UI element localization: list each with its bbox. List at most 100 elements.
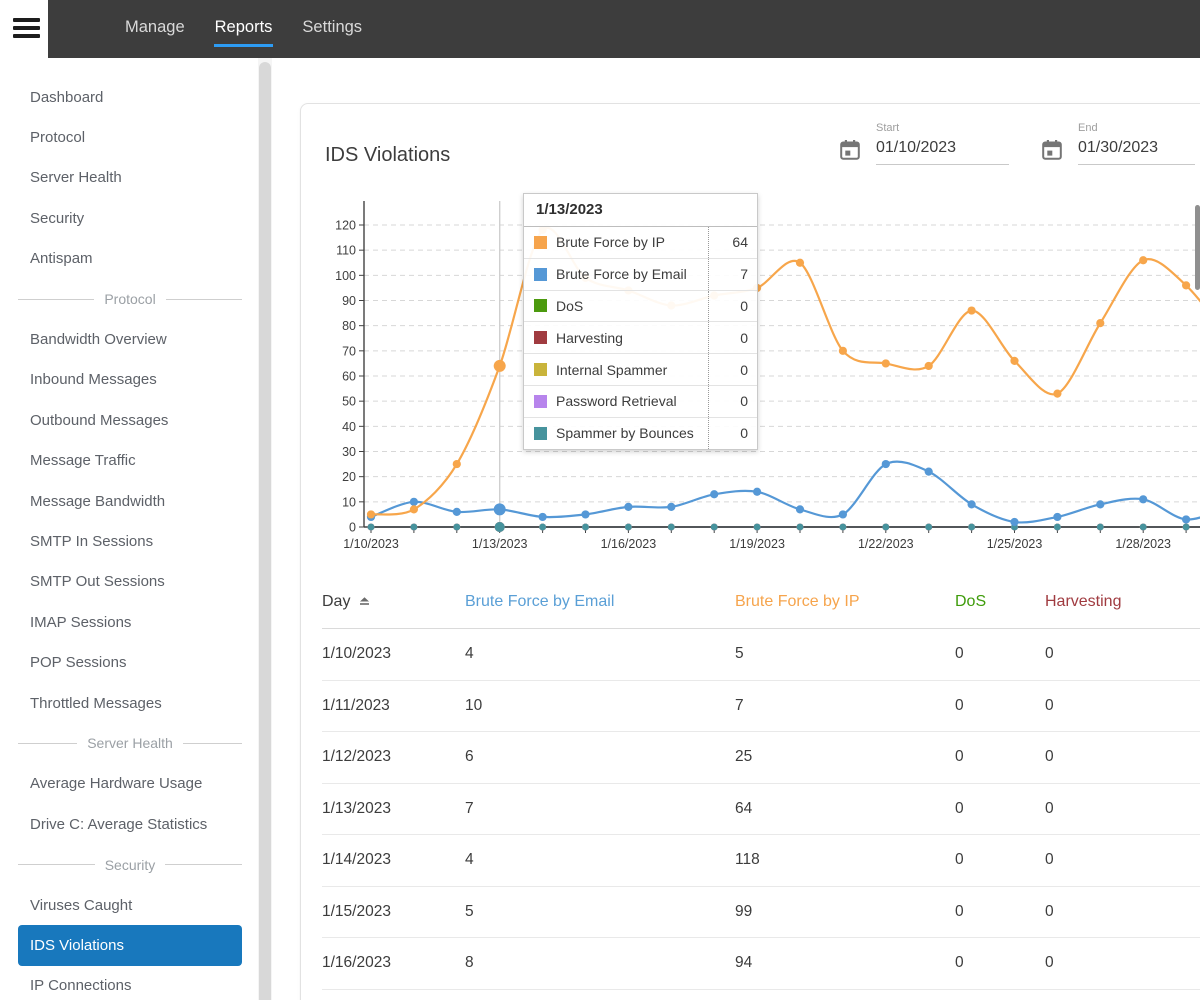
calendar-icon[interactable] <box>1040 138 1064 162</box>
table-cell: 0 <box>955 748 964 766</box>
sidebar-item-pop-sessions[interactable]: POP Sessions <box>18 642 242 682</box>
table-cell: 1/14/2023 <box>322 851 391 869</box>
table-cell: 0 <box>955 902 964 920</box>
sidebar-item-outbound-messages[interactable]: Outbound Messages <box>18 400 242 440</box>
table-cell: 0 <box>955 851 964 869</box>
sidebar-item-smtp-out-sessions[interactable]: SMTP Out Sessions <box>18 562 242 602</box>
sidebar-item-server-health[interactable]: Server Health <box>18 158 242 198</box>
tooltip-series-label: Brute Force by Email <box>556 266 687 283</box>
column-header-brute-force-by-email[interactable]: Brute Force by Email <box>465 593 735 611</box>
series-color-swatch <box>534 267 547 281</box>
svg-text:40: 40 <box>342 420 356 434</box>
tooltip-row: Brute Force by IP 64 <box>524 227 757 258</box>
table-header-row: Day Brute Force by Email Brute Force by IP… <box>322 575 1200 629</box>
table-cell: 1/15/2023 <box>322 902 391 920</box>
column-header-brute-force-by-ip[interactable]: Brute Force by IP <box>735 593 955 611</box>
sidebar-item-ip-connections[interactable]: IP Connections <box>18 966 242 1000</box>
sidebar-item-protocol[interactable]: Protocol <box>18 117 242 157</box>
table-row: 1/13/2023 7 64 0 0 <box>322 784 1200 835</box>
table-cell: 1/10/2023 <box>322 645 391 663</box>
tooltip-series-label: Spammer by Bounces <box>556 425 694 442</box>
sidebar-section-server-health: Server Health <box>18 723 242 763</box>
svg-text:100: 100 <box>335 269 356 283</box>
violations-table: Day Brute Force by Email Brute Force by IP… <box>322 575 1200 990</box>
topnav-item-reports[interactable]: Reports <box>213 11 274 47</box>
series-color-swatch <box>534 235 547 249</box>
table-cell: 0 <box>955 954 964 972</box>
sidebar-item-ids-violations[interactable]: IDS Violations <box>18 925 242 966</box>
tooltip-row: Internal Spammer 0 <box>524 353 757 385</box>
start-date-field[interactable]: Start 01/10/2023 <box>838 122 1009 165</box>
table-cell: 6 <box>465 748 474 766</box>
svg-text:30: 30 <box>342 445 356 459</box>
sidebar-scrollbar-thumb[interactable] <box>259 62 271 1000</box>
page-title: IDS Violations <box>325 144 451 166</box>
calendar-icon[interactable] <box>838 138 862 162</box>
table-cell: 1/13/2023 <box>322 799 391 817</box>
svg-text:1/19/2023: 1/19/2023 <box>729 537 785 551</box>
tooltip-series-value: 0 <box>708 417 757 449</box>
tooltip-row: Brute Force by Email 7 <box>524 257 757 290</box>
sidebar-item-smtp-in-sessions[interactable]: SMTP In Sessions <box>18 521 242 561</box>
topnav-item-settings[interactable]: Settings <box>301 11 363 47</box>
sidebar-item-dashboard[interactable]: Dashboard <box>18 77 242 117</box>
svg-text:1/25/2023: 1/25/2023 <box>987 537 1043 551</box>
sidebar-item-average-hardware-usage[interactable]: Average Hardware Usage <box>18 764 242 804</box>
end-date-field[interactable]: End 01/30/2023 <box>1040 122 1195 165</box>
sidebar-item-message-bandwidth[interactable]: Message Bandwidth <box>18 481 242 521</box>
svg-text:50: 50 <box>342 395 356 409</box>
column-header-dos[interactable]: DoS <box>955 593 1045 611</box>
table-cell: 10 <box>465 696 483 714</box>
report-card: IDS Violations Start 01/10/2023 End 01/3… <box>300 103 1200 1000</box>
window-scrollbar-thumb[interactable] <box>1195 205 1200 290</box>
end-date-input[interactable]: 01/30/2023 <box>1078 139 1195 165</box>
table-row: 1/12/2023 6 25 0 0 <box>322 732 1200 784</box>
tooltip-series-value: 0 <box>708 322 757 354</box>
tooltip-series-label: Internal Spammer <box>556 361 668 378</box>
table-cell: 0 <box>1045 799 1054 817</box>
svg-text:10: 10 <box>342 495 356 509</box>
sidebar-item-inbound-messages[interactable]: Inbound Messages <box>18 360 242 400</box>
svg-text:1/28/2023: 1/28/2023 <box>1115 537 1171 551</box>
table-row: 1/14/2023 4 118 0 0 <box>322 835 1200 887</box>
sidebar-item-bandwidth-overview[interactable]: Bandwidth Overview <box>18 319 242 359</box>
sidebar-item-message-traffic[interactable]: Message Traffic <box>18 441 242 481</box>
start-date-label: Start <box>876 122 900 134</box>
sidebar-item-viruses-caught[interactable]: Viruses Caught <box>18 885 242 925</box>
topnav-item-manage[interactable]: Manage <box>124 11 186 47</box>
sort-ascending-icon <box>360 597 370 605</box>
start-date-input[interactable]: 01/10/2023 <box>876 139 1009 165</box>
sidebar-item-throttled-messages[interactable]: Throttled Messages <box>18 683 242 723</box>
table-cell: 4 <box>465 645 474 663</box>
sidebar-item-drive-c-average-statistics[interactable]: Drive C: Average Statistics <box>18 804 242 844</box>
tooltip-series-value: 0 <box>708 290 757 322</box>
tooltip-series-label: DoS <box>556 297 584 314</box>
sidebar-item-imap-sessions[interactable]: IMAP Sessions <box>18 602 242 642</box>
table-cell: 0 <box>1045 902 1054 920</box>
svg-text:110: 110 <box>336 244 356 258</box>
column-header-day[interactable]: Day <box>322 593 465 611</box>
sidebar-scrollbar-track[interactable] <box>258 58 272 1000</box>
table-cell: 0 <box>955 645 964 663</box>
table-cell: 1/12/2023 <box>322 748 391 766</box>
table-row: 1/10/2023 4 5 0 0 <box>322 629 1200 681</box>
topbar-left <box>0 0 48 58</box>
tooltip-series-value: 0 <box>708 354 757 385</box>
table-cell: 0 <box>1045 645 1054 663</box>
table-cell: 0 <box>955 696 964 714</box>
table-cell: 5 <box>735 645 744 663</box>
tooltip-series-label: Harvesting <box>556 329 623 346</box>
table-cell: 4 <box>465 851 474 869</box>
svg-text:80: 80 <box>342 319 356 333</box>
hamburger-menu-icon[interactable] <box>13 18 40 40</box>
sidebar-item-security[interactable]: Security <box>18 198 242 238</box>
table-cell: 99 <box>735 902 753 920</box>
svg-text:1/22/2023: 1/22/2023 <box>858 537 914 551</box>
series-line-brute-force-by-ip <box>370 226 1200 516</box>
column-header-harvesting[interactable]: Harvesting <box>1045 593 1200 611</box>
sidebar-section-security: Security <box>18 844 242 884</box>
svg-text:1/13/2023: 1/13/2023 <box>472 537 528 551</box>
series-color-swatch <box>534 331 547 345</box>
sidebar-item-antispam[interactable]: Antispam <box>18 239 242 279</box>
chart-tooltip: 1/13/2023 Brute Force by IP 64 Brute Force… <box>523 193 758 450</box>
